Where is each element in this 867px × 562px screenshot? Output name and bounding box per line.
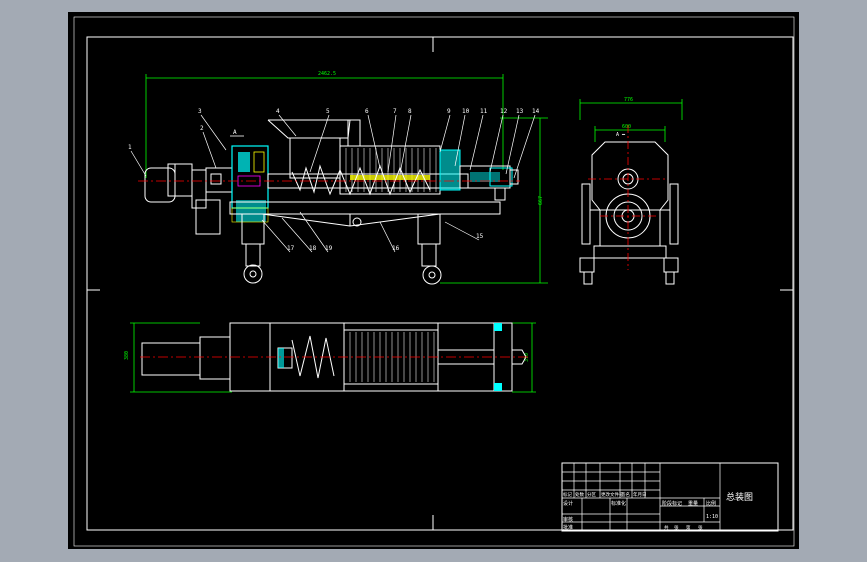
check-label: 审核 (563, 516, 573, 523)
title-row-label: 标记 (563, 491, 572, 498)
cad-drawing: 2462.5 667 123 4 5 6 7 8 9 10 11 12 13 1… (68, 12, 799, 549)
title-row-label: 分区 (587, 491, 596, 498)
height-value: 667 (538, 196, 544, 205)
part-label-2: 2 (200, 125, 204, 132)
part-label-16: 16 (392, 245, 400, 252)
part-label-8: 8 (408, 108, 412, 115)
approve-label: 批准 (563, 524, 573, 531)
part-label-10: 10 (462, 108, 470, 115)
sheet-label: 第 (686, 524, 691, 531)
part-label-15: 15 (476, 233, 484, 240)
part-label-5: 5 (326, 108, 330, 115)
part-label-17: 17 (287, 245, 295, 252)
drawing-sheet (68, 12, 799, 549)
title-row-label: 处数 (575, 491, 584, 498)
title-row-label: 年月日 (633, 491, 647, 498)
weight-label: 重量 (688, 500, 698, 507)
part-label-12: 12 (500, 108, 508, 115)
plan-width-value: 380 (124, 351, 130, 360)
sheet-label: 共 (664, 524, 669, 531)
sheet-label: 张 (674, 524, 679, 531)
title-row-label: 签名 (621, 491, 630, 498)
sheet-label: 张 (698, 524, 703, 531)
scale-value: 1:10 (706, 514, 718, 520)
section-label: A (233, 129, 237, 136)
part-label-13: 13 (516, 108, 524, 115)
part-label-7: 7 (393, 108, 397, 115)
designer-label: 设计 (563, 500, 573, 507)
drawing-title: 总装图 (726, 491, 753, 503)
part-label-1: 1 (128, 144, 132, 151)
overall-length-value: 2462.5 (318, 71, 336, 77)
part-label-6: 6 (365, 108, 369, 115)
part-label-3: 3 (198, 108, 202, 115)
side-view-arrow: A ━ (616, 132, 626, 138)
part-label-18: 18 (309, 245, 317, 252)
part-label-19: 19 (325, 245, 333, 252)
side-inner-width-value: 600 (622, 124, 631, 130)
part-label-14: 14 (532, 108, 540, 115)
standard-label: 标准化 (611, 500, 626, 507)
part-label-9: 9 (447, 108, 451, 115)
stage-label: 阶段标记 (662, 500, 682, 507)
part-label-4: 4 (276, 108, 280, 115)
scale-label: 比例 (706, 500, 716, 507)
side-width-value: 776 (624, 97, 633, 103)
part-label-11: 11 (480, 108, 488, 115)
